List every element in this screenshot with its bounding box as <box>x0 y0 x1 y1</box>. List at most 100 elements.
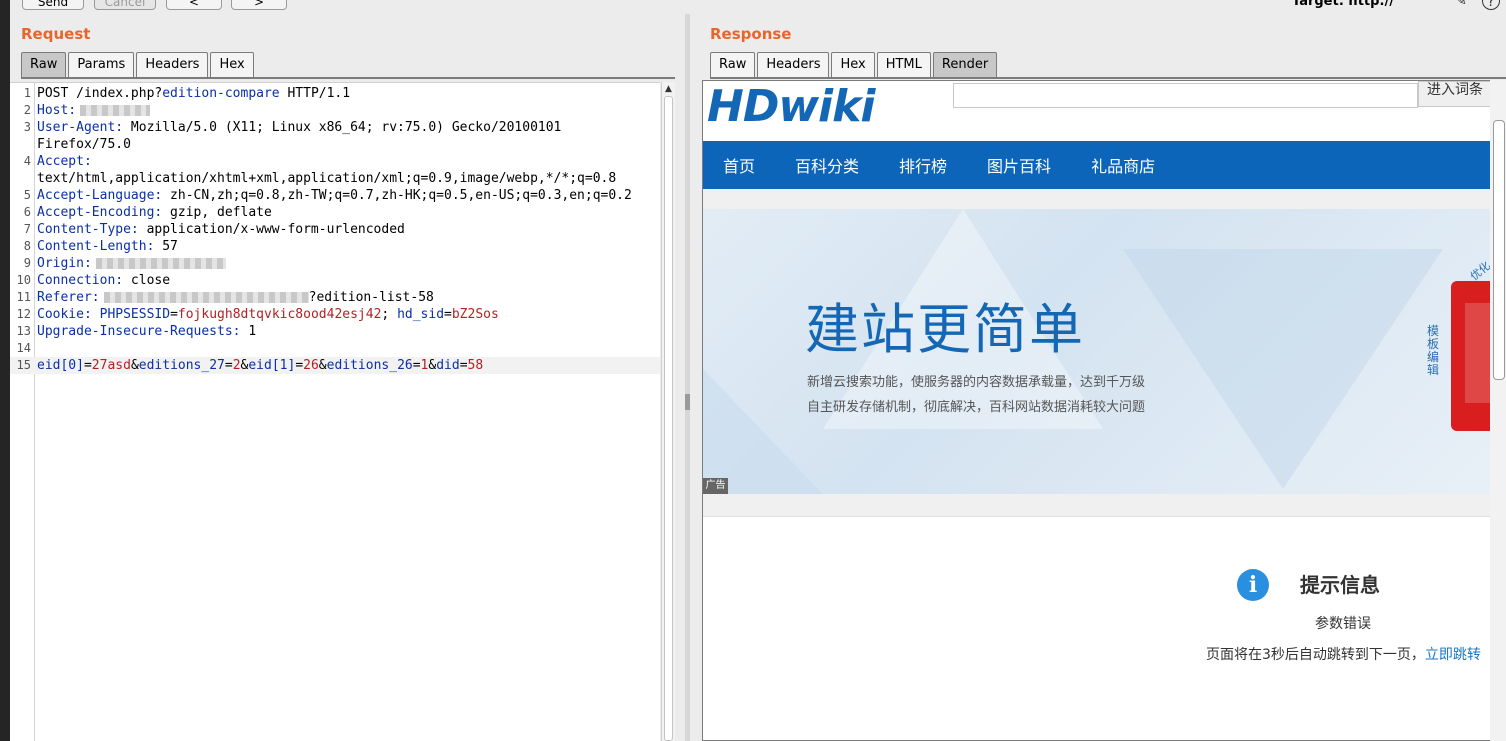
code-token: ?edition-list-58 <box>308 290 434 305</box>
line-code: Origin: <box>35 255 226 272</box>
response-scrollbar[interactable] <box>1490 80 1506 741</box>
request-line[interactable]: 3 User-Agent: Mozilla/5.0 (X11; Linux x86… <box>10 119 660 136</box>
code-token: ; <box>381 307 398 322</box>
line-number: 6 <box>23 205 31 219</box>
site-nav-item[interactable]: 礼品商店 <box>1091 153 1155 177</box>
code-token: User-Agent: <box>37 120 124 135</box>
request-line[interactable]: 10 Connection: close <box>10 272 660 289</box>
request-tab-params[interactable]: Params <box>68 52 135 77</box>
request-line[interactable]: 9 Origin: <box>10 255 660 272</box>
code-token: gzip, deflate <box>162 205 272 220</box>
code-token: PHPSESSID <box>91 307 171 322</box>
request-tab-headers[interactable]: Headers <box>136 52 209 77</box>
request-tab-hex[interactable]: Hex <box>210 52 254 77</box>
site-nav-item[interactable]: 首页 <box>723 153 755 177</box>
ad-banner[interactable]: 建站更简单 新增云搜索功能，使服务器的内容数据承载量，达到千万级 自主研发存储机… <box>703 209 1491 494</box>
panel-splitter[interactable] <box>685 14 690 741</box>
request-line[interactable]: 13 Upgrade-Insecure-Requests: 1 <box>10 323 660 340</box>
code-token: 26 <box>303 358 319 373</box>
back-button[interactable]: < <box>166 0 222 10</box>
line-code: Host: <box>35 102 151 119</box>
redacted-value <box>103 292 309 303</box>
request-line[interactable]: 5 Accept-Language: zh-CN,zh;q=0.8,zh-TW;q… <box>10 187 660 204</box>
response-tab-hex[interactable]: Hex <box>831 52 875 77</box>
line-number <box>10 136 35 153</box>
code-token: eid[0] <box>37 358 84 373</box>
line-number: 8 <box>23 239 31 253</box>
request-line[interactable]: 7 Content-Type: application/x-www-form-ur… <box>10 221 660 238</box>
line-number: 7 <box>23 222 31 236</box>
scrollbar-thumb[interactable] <box>664 96 673 741</box>
code-token: = <box>83 358 92 373</box>
code-token: Cookie: <box>37 307 92 322</box>
response-tab-render[interactable]: Render <box>932 52 998 77</box>
line-code: Referer: ?edition-list-58 <box>35 289 434 306</box>
site-search-input[interactable] <box>953 83 1418 108</box>
line-number: 4 <box>23 154 31 168</box>
pencil-icon[interactable]: ✎ <box>1452 0 1470 10</box>
redirect-link[interactable]: 立即跳转 <box>1425 647 1481 663</box>
line-number <box>10 170 35 187</box>
code-token: 27asd <box>91 358 131 373</box>
line-number: 3 <box>23 120 31 134</box>
response-tab-raw[interactable]: Raw <box>710 52 756 77</box>
code-token: = <box>459 358 468 373</box>
info-icon: i <box>1237 569 1269 601</box>
banner-side-text-2: 优化 <box>1467 259 1491 284</box>
code-token: Referer: <box>37 290 100 305</box>
line-number: 9 <box>23 256 31 270</box>
banner-line-1: 新增云搜索功能，使服务器的内容数据承载量，达到千万级 <box>807 375 1146 390</box>
request-title: Request <box>21 25 91 43</box>
line-code: Content-Type: application/x-www-form-url… <box>35 221 405 238</box>
request-line[interactable]: 2 Host: <box>10 102 660 119</box>
code-token: 2 <box>232 358 241 373</box>
request-line[interactable]: 4 Accept: <box>10 153 660 170</box>
request-line[interactable]: 12 Cookie: PHPSESSID=fojkugh8dtqvkic8ood4… <box>10 306 660 323</box>
site-header: HDwiki 进入词条 <box>703 81 1490 141</box>
request-editor[interactable]: 1 POST /index.php?edition-compare HTTP/1.… <box>10 82 660 741</box>
request-line[interactable]: 1 POST /index.php?edition-compare HTTP/1.… <box>10 85 660 102</box>
site-nav-item[interactable]: 排行榜 <box>899 153 947 177</box>
banner-title: 建站更简单 <box>805 298 1085 361</box>
cancel-button[interactable]: Cancel <box>94 0 156 10</box>
request-line[interactable]: 15 eid[0]=27asd&editions_27=2&eid[1]=26&e… <box>10 357 660 374</box>
request-line[interactable]: 14 <box>10 340 660 357</box>
line-code: Accept-Language: zh-CN,zh;q=0.8,zh-TW;q=… <box>35 187 632 204</box>
response-tab-headers[interactable]: Headers <box>757 52 830 77</box>
request-line[interactable]: text/html,application/xhtml+xml,applicat… <box>10 170 660 187</box>
request-tab-raw[interactable]: Raw <box>21 52 67 77</box>
line-number: 11 <box>16 290 31 304</box>
help-icon[interactable]: ? <box>1482 0 1500 10</box>
redirect-message: 页面将在3秒后自动跳转到下一页， <box>1206 647 1425 663</box>
ad-tag: 广告 <box>703 478 728 494</box>
scrollbar-thumb[interactable] <box>1493 120 1505 380</box>
line-code: Cookie: PHPSESSID=fojkugh8dtqvkic8ood42e… <box>35 306 499 323</box>
code-token: bZ2Sos <box>451 307 499 322</box>
response-tab-html[interactable]: HTML <box>876 52 931 77</box>
request-tabs: Raw Params Headers Hex <box>21 52 254 77</box>
request-line[interactable]: Firefox/75.0 <box>10 136 660 153</box>
request-line[interactable]: 6 Accept-Encoding: gzip, deflate <box>10 204 660 221</box>
splitter-grip-icon[interactable] <box>685 394 690 410</box>
code-token: Accept-Language: <box>37 188 163 203</box>
code-token: edition-compare <box>162 86 280 101</box>
request-scrollbar[interactable]: ▲ <box>661 82 675 741</box>
request-line[interactable]: 11 Referer: ?edition-list-58 <box>10 289 660 306</box>
scroll-up-icon[interactable]: ▲ <box>665 84 672 94</box>
forward-button[interactable]: > <box>231 0 287 10</box>
response-title: Response <box>710 25 792 43</box>
site-nav-item[interactable]: 百科分类 <box>795 153 859 177</box>
code-token: POST /index.php? <box>37 86 163 101</box>
line-code: text/html,application/xhtml+xml,applicat… <box>35 170 616 187</box>
code-token: Mozilla/5.0 (X11; Linux x86_64; rv:75.0)… <box>123 120 562 135</box>
code-token: editions_27 <box>138 358 225 373</box>
code-token: = <box>170 307 178 322</box>
banner-line-2: 自主研发存储机制，彻底解决，百科网站数据消耗较大问题 <box>807 400 1146 415</box>
send-button[interactable]: Send <box>22 0 84 10</box>
enter-entry-button[interactable]: 进入词条 <box>1418 81 1490 107</box>
code-token: zh-CN,zh;q=0.8,zh-TW;q=0.7,zh-HK;q=0.5,e… <box>162 188 632 203</box>
site-nav-item[interactable]: 图片百科 <box>987 153 1051 177</box>
render-view[interactable]: HDwiki 进入词条 首页 百科分类 排行榜 图片百科 礼品商店 建站更简单 新增云搜… <box>702 80 1491 741</box>
request-line[interactable]: 8 Content-Length: 57 <box>10 238 660 255</box>
code-token: = <box>412 358 421 373</box>
